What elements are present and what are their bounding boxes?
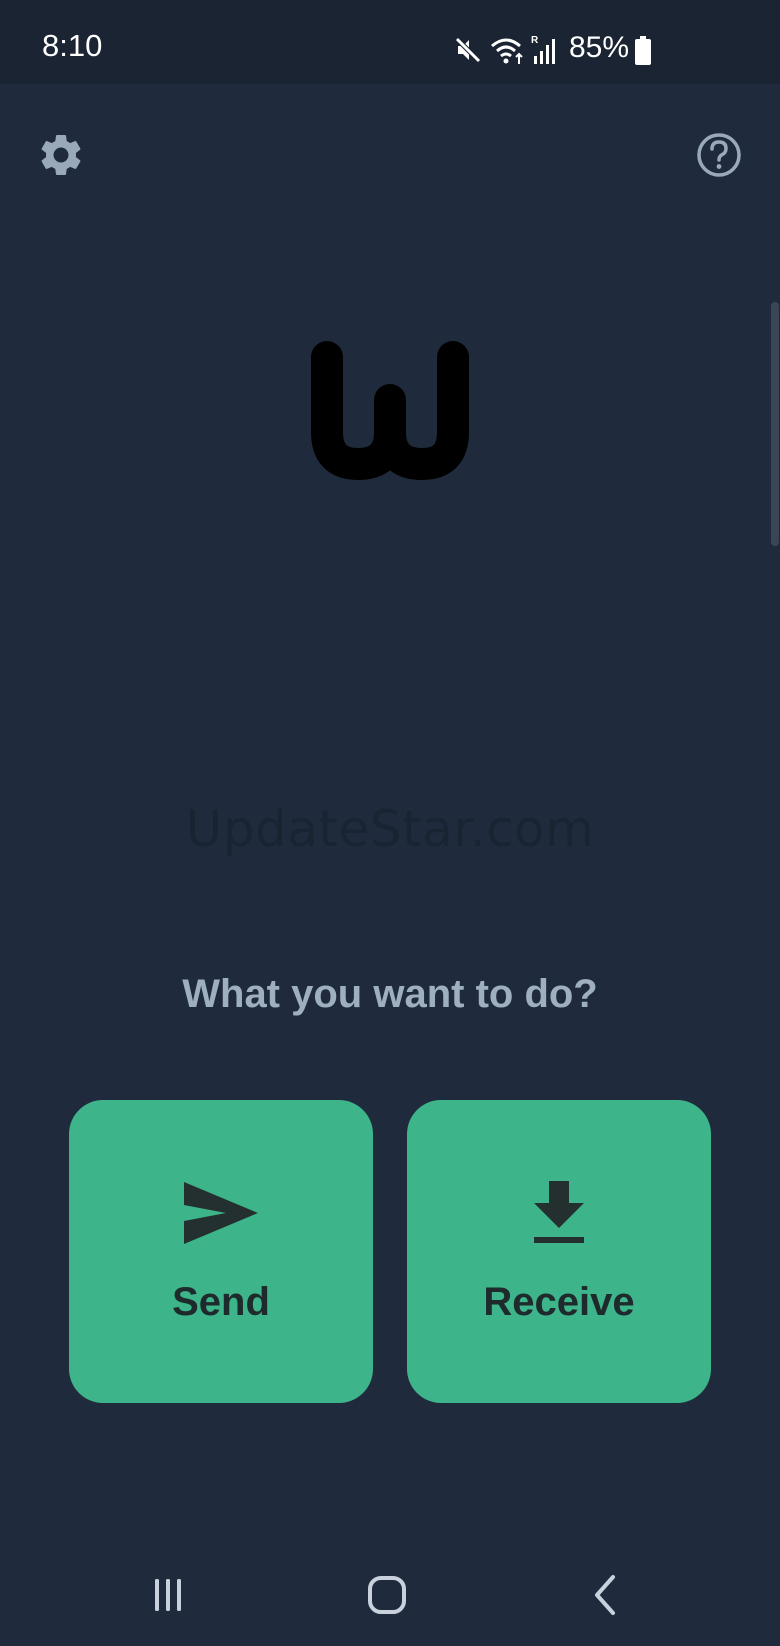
home-icon [368, 1576, 406, 1614]
download-icon-wrap [407, 1178, 711, 1248]
send-label: Send [172, 1280, 270, 1324]
watermark: UpdateStar.com [185, 800, 595, 858]
recent-apps-button[interactable] [108, 1560, 228, 1630]
status-time: 8:10 [42, 28, 103, 63]
receive-label: Receive [483, 1280, 635, 1324]
send-icon [184, 1182, 258, 1244]
send-button[interactable]: Send [69, 1100, 373, 1403]
back-button[interactable] [545, 1560, 665, 1630]
recent-apps-icon [155, 1579, 181, 1611]
gear-icon [41, 135, 81, 175]
help-circle-icon [697, 133, 741, 177]
receive-button[interactable]: Receive [407, 1100, 711, 1403]
app-screen: 8:10 R 85% UpdateStar.com What you want … [0, 0, 780, 1646]
battery-icon [635, 36, 651, 65]
prompt-question: What you want to do? [182, 972, 598, 1016]
battery-percentage: 85% [569, 31, 630, 64]
download-icon [534, 1181, 584, 1243]
help-button[interactable] [694, 130, 744, 180]
wifi-icon [491, 38, 523, 64]
scrollbar[interactable] [771, 302, 779, 546]
send-icon-wrap [69, 1178, 373, 1248]
settings-button[interactable] [36, 130, 86, 180]
w-logo-icon [311, 341, 469, 480]
back-icon [595, 1575, 615, 1615]
status-bar: 8:10 R 85% [0, 0, 780, 84]
mute-icon [455, 37, 481, 63]
signal-icon: R [531, 35, 555, 64]
navigation-bar [0, 1560, 780, 1646]
svg-text:R: R [531, 35, 539, 46]
home-button[interactable] [327, 1560, 447, 1630]
